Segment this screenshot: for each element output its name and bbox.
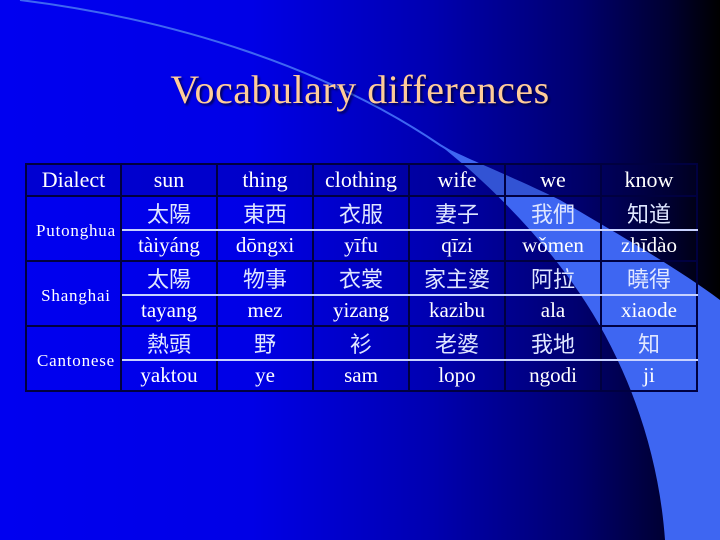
cell-characters: 衫 [312,325,410,361]
cell-characters: 熱頭 [120,325,218,361]
table-row-cantonese-romanization: yaktou ye sam lopo ngodi ji [26,359,698,392]
table-row-putonghua-romanization: tàiyáng dōngxi yīfu qīzi wǒmen zhīdào [26,229,698,262]
cell-characters: 我地 [504,325,602,361]
cell-characters: 衣服 [312,195,410,231]
cell-romanization: yaktou [120,359,218,392]
cell-characters: 家主婆 [408,260,506,296]
cell-romanization: sam [312,359,410,392]
cell-romanization: ngodi [504,359,602,392]
cell-characters: 妻子 [408,195,506,231]
cell-romanization: ye [216,359,314,392]
table-header-row: Dialect sun thing clothing wife we know [25,163,698,197]
cell-characters: 太陽 [120,260,218,296]
table-row-cantonese-characters: Cantonese 熱頭 野 衫 老婆 我地 知 [25,325,698,392]
cell-characters: 東西 [216,195,314,231]
header-thing: thing [216,163,314,197]
slide-title: Vocabulary differences [0,66,720,113]
cell-romanization: kazibu [408,294,506,327]
cell-characters: 知道 [600,195,698,231]
cell-characters: 太陽 [120,195,218,231]
cell-characters: 曉得 [600,260,698,296]
cell-romanization: qīzi [408,229,506,262]
cell-characters: 知 [600,325,698,361]
cell-romanization: ji [600,359,698,392]
cell-romanization: tàiyáng [120,229,218,262]
cell-characters: 衣裳 [312,260,410,296]
table-row-shanghai-characters: Shanghai 太陽 物事 衣裳 家主婆 阿拉 曉得 [25,260,698,327]
cell-romanization: yizang [312,294,410,327]
header-we: we [504,163,602,197]
table-row-putonghua-characters: Putonghua 太陽 東西 衣服 妻子 我們 知道 [25,195,698,262]
cell-characters: 物事 [216,260,314,296]
cell-characters: 我們 [504,195,602,231]
cell-romanization: yīfu [312,229,410,262]
cell-romanization: wǒmen [504,229,602,262]
cell-romanization: tayang [120,294,218,327]
cell-characters: 阿拉 [504,260,602,296]
slide-title-text: Vocabulary differences [170,67,550,112]
cell-romanization: ala [504,294,602,327]
header-know: know [600,163,698,197]
dialect-cantonese: Cantonese [25,325,122,392]
header-sun: sun [120,163,218,197]
cell-romanization: lopo [408,359,506,392]
dialect-putonghua: Putonghua [25,195,122,262]
vocabulary-table: Dialect sun thing clothing wife we know … [25,163,698,392]
dialect-shanghai: Shanghai [25,260,122,327]
cell-romanization: zhīdào [600,229,698,262]
cell-romanization: xiaode [600,294,698,327]
header-dialect: Dialect [25,163,122,197]
cell-characters: 老婆 [408,325,506,361]
cell-romanization: mez [216,294,314,327]
header-clothing: clothing [312,163,410,197]
table-row-shanghai-romanization: tayang mez yizang kazibu ala xiaode [26,294,698,327]
cell-romanization: dōngxi [216,229,314,262]
header-wife: wife [408,163,506,197]
cell-characters: 野 [216,325,314,361]
